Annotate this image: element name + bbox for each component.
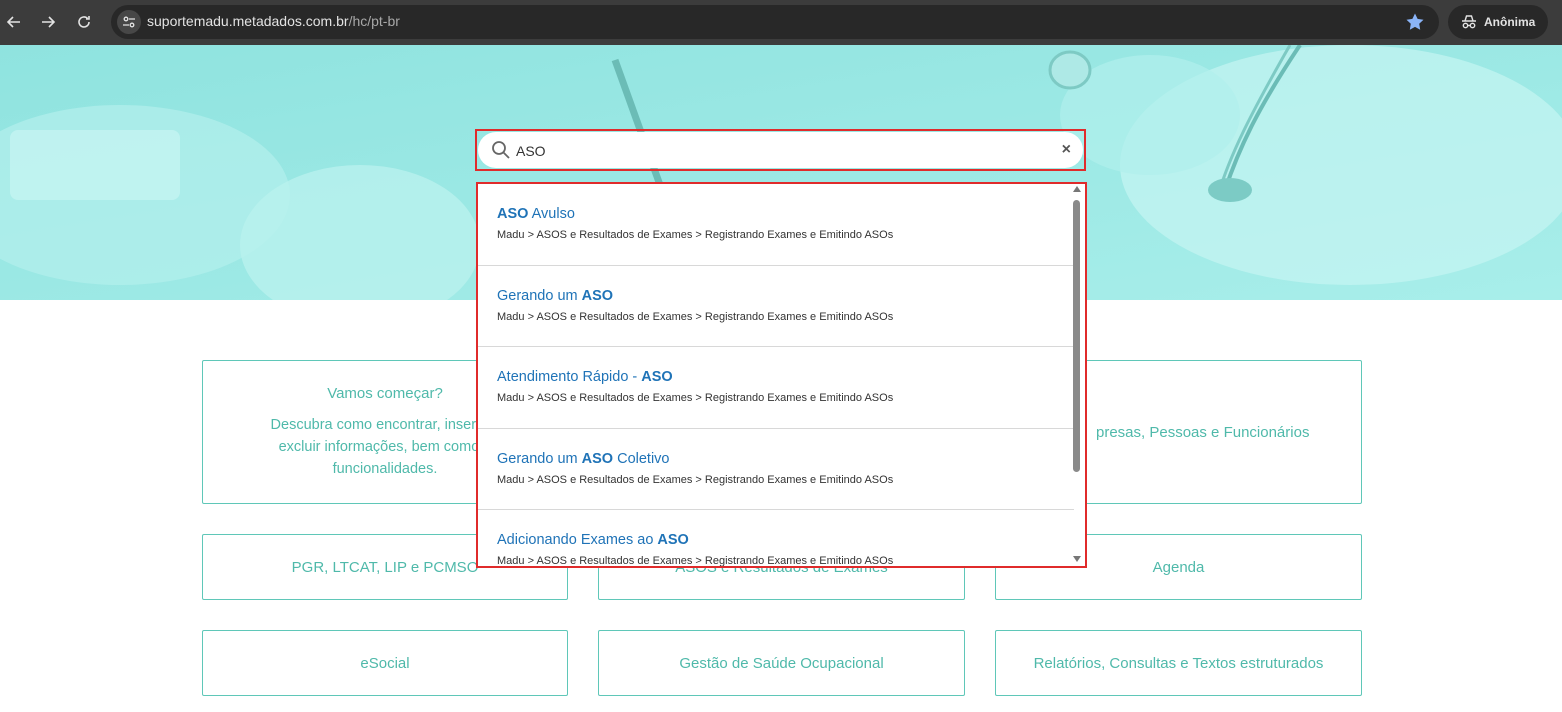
category-title: presas, Pessoas e Funcionários: [1096, 423, 1310, 441]
result-title[interactable]: Adicionando Exames ao ASO: [497, 532, 689, 548]
profile-label: Anônima: [1484, 15, 1536, 29]
reload-icon[interactable]: [70, 8, 98, 36]
back-icon[interactable]: [0, 8, 28, 36]
category-description-line: excluir informações, bem como o: [278, 438, 492, 455]
result-title[interactable]: Gerando um ASO Coletivo: [497, 451, 669, 467]
category-title: Relatórios, Consultas e Textos estrutura…: [1033, 654, 1324, 672]
result-title[interactable]: ASO Avulso: [497, 206, 575, 222]
url-path: /hc/pt-br: [348, 13, 400, 29]
scroll-up-arrow-icon[interactable]: [1073, 186, 1081, 192]
category-card-health-management[interactable]: Gestão de Saúde Ocupacional: [598, 630, 965, 696]
result-title-highlight: ASO: [497, 206, 529, 222]
search-result-item[interactable]: Atendimento Rápido - ASO Madu > ASOS e R…: [478, 347, 1074, 429]
search-input[interactable]: [516, 140, 1016, 162]
browser-toolbar: suportemadu.metadados.com.br/hc/pt-br An…: [0, 0, 1562, 45]
result-title[interactable]: Gerando um ASO: [497, 288, 613, 304]
search-result-item[interactable]: Gerando um ASO Madu > ASOS e Resultados …: [478, 266, 1074, 347]
category-title: Gestão de Saúde Ocupacional: [679, 654, 884, 672]
search-icon: [491, 140, 511, 160]
result-title-highlight: ASO: [657, 532, 689, 548]
category-description: Descubra como encontrar, inserir, e excl…: [271, 414, 500, 480]
incognito-icon: [1462, 15, 1476, 29]
result-title-highlight: ASO: [641, 369, 673, 385]
scrollbar-thumb[interactable]: [1073, 200, 1080, 472]
category-card-esocial[interactable]: eSocial: [202, 630, 568, 696]
result-title-text: Atendimento Rápido -: [497, 369, 642, 385]
search-result-item[interactable]: ASO Avulso Madu > ASOS e Resultados de E…: [478, 184, 1074, 266]
category-title: Vamos começar?: [327, 384, 443, 402]
result-title-highlight: ASO: [581, 451, 614, 467]
scroll-down-arrow-icon[interactable]: [1073, 556, 1081, 562]
bookmark-star-icon[interactable]: [1405, 12, 1425, 32]
site-settings-icon[interactable]: [117, 10, 141, 34]
search-box[interactable]: ×: [478, 132, 1083, 168]
search-result-item[interactable]: Gerando um ASO Coletivo Madu > ASOS e Re…: [478, 429, 1074, 510]
result-title-text: Gerando um: [497, 451, 582, 467]
result-breadcrumb: Madu > ASOS e Resultados de Exames > Reg…: [497, 474, 894, 486]
category-card-reports[interactable]: Relatórios, Consultas e Textos estrutura…: [995, 630, 1362, 696]
result-title-text: Avulso: [528, 206, 575, 222]
result-title[interactable]: Atendimento Rápido - ASO: [497, 369, 673, 385]
category-description-line: Descubra como encontrar, inserir, e: [270, 416, 500, 433]
results-scrollbar[interactable]: [1071, 184, 1083, 566]
result-title-text: Gerando um: [497, 288, 582, 304]
result-title-text: Adicionando Exames ao: [497, 532, 658, 548]
result-breadcrumb: Madu > ASOS e Resultados de Exames > Reg…: [497, 229, 894, 241]
category-title: Agenda: [1152, 558, 1205, 576]
forward-icon[interactable]: [34, 8, 62, 36]
clear-search-button[interactable]: ×: [1062, 140, 1071, 160]
search-result-item[interactable]: Adicionando Exames ao ASO Madu > ASOS e …: [478, 510, 1074, 567]
url-text[interactable]: suportemadu.metadados.com.br/hc/pt-br: [147, 13, 400, 29]
category-title: PGR, LTCAT, LIP e PCMSO: [291, 558, 479, 576]
category-description-line: funcionalidades.: [332, 460, 438, 477]
category-title: eSocial: [360, 654, 410, 672]
result-breadcrumb: Madu > ASOS e Resultados de Exames > Reg…: [497, 555, 894, 567]
result-breadcrumb: Madu > ASOS e Resultados de Exames > Reg…: [497, 311, 894, 323]
url-host: suportemadu.metadados.com.br: [147, 13, 349, 29]
result-title-text: Coletivo: [613, 451, 670, 467]
address-bar[interactable]: suportemadu.metadados.com.br/hc/pt-br: [111, 5, 1439, 39]
result-breadcrumb: Madu > ASOS e Resultados de Exames > Reg…: [497, 392, 894, 404]
profile-button[interactable]: Anônima: [1448, 5, 1548, 39]
result-title-highlight: ASO: [581, 288, 614, 304]
search-results-dropdown[interactable]: ASO Avulso Madu > ASOS e Resultados de E…: [476, 182, 1087, 568]
